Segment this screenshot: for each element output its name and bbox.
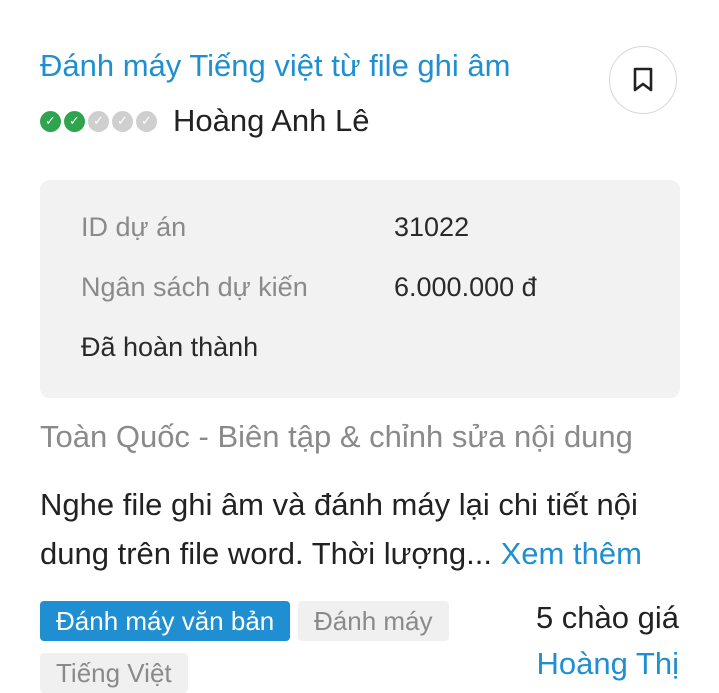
owner-row: ✓ ✓ ✓ ✓ ✓ Hoàng Anh Lê — [40, 101, 370, 141]
see-more-link[interactable]: Xem thêm — [501, 536, 642, 571]
project-id-label: ID dự án — [81, 212, 187, 242]
bid-count: 5 chào giá — [535, 600, 679, 635]
project-id-value: 31022 — [394, 212, 470, 242]
bookmark-icon — [633, 67, 653, 92]
unverified-badge-icon: ✓ — [112, 110, 133, 132]
skill-tag-typing-document[interactable]: Đánh máy văn bản — [40, 601, 291, 641]
project-id-row: ID dự án 31022 — [81, 212, 469, 243]
project-info-box: ID dự án 31022 Ngân sách dự kiến 6.000.0… — [40, 180, 680, 398]
verified-badge-icon: ✓ — [64, 110, 85, 132]
skill-tag-typing[interactable]: Đánh máy — [298, 601, 449, 641]
project-description: Nghe file ghi âm và đánh máy lại chi tiế… — [40, 480, 700, 578]
bidder-name[interactable]: Hoàng Thị — [537, 646, 679, 682]
unverified-badge-icon: ✓ — [136, 110, 157, 132]
verified-badge-icon: ✓ — [40, 110, 61, 132]
unverified-badge-icon: ✓ — [88, 110, 109, 132]
rating-badges: ✓ ✓ ✓ ✓ ✓ — [40, 110, 157, 132]
project-status: Đã hoàn thành — [81, 332, 259, 362]
budget-row: Ngân sách dự kiến 6.000.000 đ — [81, 272, 537, 303]
owner-name[interactable]: Hoàng Anh Lê — [173, 103, 370, 139]
project-title[interactable]: Đánh máy Tiếng việt từ file ghi âm — [40, 48, 510, 84]
budget-label: Ngân sách dự kiến — [81, 272, 308, 302]
bookmark-button[interactable] — [609, 46, 677, 114]
skill-tag-vietnamese[interactable]: Tiếng Việt — [40, 653, 188, 693]
budget-value: 6.000.000 đ — [394, 272, 537, 302]
category-line: Toàn Quốc - Biên tập & chỉnh sửa nội dun… — [40, 419, 633, 454]
